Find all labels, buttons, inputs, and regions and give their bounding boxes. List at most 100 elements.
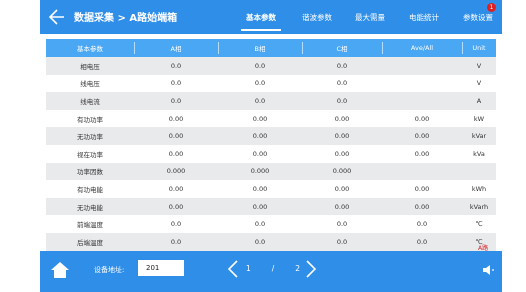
speaker-icon[interactable] <box>481 263 495 277</box>
table-cell: kVa <box>473 149 485 158</box>
row-label: 线电压 <box>80 80 100 89</box>
device-screen: 数据采集 > A路始端箱 基本参数 谐波参数 最大需量 电能统计 参数设置 1 … <box>40 0 502 292</box>
tab-harmonic-params[interactable]: 谐波参数 <box>297 12 337 23</box>
table-cell: 0.00 <box>334 149 350 158</box>
header-separator <box>382 42 383 54</box>
home-icon[interactable] <box>50 261 70 279</box>
next-page-icon[interactable] <box>304 259 318 279</box>
row-label: 有功功率 <box>77 115 103 124</box>
table-cell: 0.000 <box>332 167 352 176</box>
table-body: 相电压 0.0 0.0 0.0 V 线电压 0.0 0.0 0.0 V 线电流 0.0 0.0 0.0 A 有… <box>46 57 496 251</box>
table-cell: kVarh <box>469 202 489 211</box>
column-header: Ave/All <box>410 44 434 52</box>
row-label: 有功电能 <box>77 185 103 194</box>
table-cell: 0.00 <box>334 184 350 193</box>
table-cell: 0.0 <box>170 61 182 70</box>
table-cell: 0.0 <box>254 237 266 246</box>
table-cell: 0.0 <box>336 237 348 246</box>
column-header: 基本参数 <box>77 45 103 53</box>
header-separator <box>302 42 303 54</box>
active-tab-indicator <box>241 29 281 31</box>
table-row: 前端温度 0.0 0.0 0.0 0.0 ℃ <box>46 215 496 233</box>
table-cell: 0.0 <box>170 79 182 88</box>
prev-page-icon[interactable] <box>226 259 240 279</box>
table-cell: A <box>476 96 482 105</box>
row-label: 无功电能 <box>77 203 103 212</box>
page-indicator: 1 / 2 <box>246 264 300 273</box>
row-label: 前端温度 <box>77 221 103 230</box>
notification-badge: 1 <box>487 3 496 12</box>
table-cell: ℃ <box>475 220 483 229</box>
table-cell: 0.0 <box>254 96 266 105</box>
table-cell: 0.00 <box>252 184 268 193</box>
table-cell: V <box>476 79 482 88</box>
device-address-input[interactable]: 201 <box>138 260 184 276</box>
table-cell: 0.0 <box>170 96 182 105</box>
column-header: Unit <box>472 44 486 52</box>
table-cell: 0.0 <box>170 220 182 229</box>
table-cell: 0.00 <box>252 132 268 141</box>
table-cell <box>382 92 462 110</box>
table-row: 有功功率 0.00 0.00 0.00 0.00 kW <box>46 110 496 128</box>
table-cell: 0.00 <box>334 114 350 123</box>
table-cell: 0.0 <box>170 237 182 246</box>
table-row: 有功电能 0.00 0.00 0.00 0.00 kWh <box>46 180 496 198</box>
tab-energy-stats[interactable]: 电能统计 <box>402 12 446 23</box>
table-cell: 0.00 <box>334 132 350 141</box>
column-header: B相 <box>254 45 266 53</box>
table-row: 视在功率 0.00 0.00 0.00 0.00 kVa <box>46 145 496 163</box>
page-separator: / <box>271 264 275 273</box>
table-cell: 0.000 <box>166 167 186 176</box>
table-row: 功率因数 0.000 0.000 0.000 <box>46 162 496 181</box>
tab-max-demand[interactable]: 最大需量 <box>350 12 390 23</box>
table-row: 后端温度 0.0 0.0 0.0 0.0 ℃ <box>46 232 496 251</box>
table-header-row: 基本参数 A相 B相 C相 Ave/All Unit <box>46 39 496 57</box>
table-cell: 0.00 <box>414 202 430 211</box>
table-cell <box>382 57 462 75</box>
table-cell: 0.0 <box>336 61 348 70</box>
table-cell: 0.00 <box>414 149 430 158</box>
tab-settings[interactable]: 参数设置 <box>456 12 500 23</box>
row-label: 相电压 <box>80 62 100 71</box>
column-header: A相 <box>170 45 182 53</box>
row-label: 线电流 <box>80 97 100 106</box>
table-cell: 0.0 <box>416 220 428 229</box>
page-title: 数据采集 > A路始端箱 <box>74 13 178 24</box>
table-row: 无功电能 0.00 0.00 0.00 0.00 kVarh <box>46 197 496 216</box>
table-cell: 0.00 <box>252 114 268 123</box>
table-row: 无功功率 0.00 0.00 0.00 0.00 kVar <box>46 127 496 145</box>
row-label: 后端温度 <box>77 238 103 247</box>
table-cell <box>382 163 462 181</box>
header-separator <box>462 42 463 54</box>
table-cell <box>462 163 496 181</box>
table-cell: 0.0 <box>336 96 348 105</box>
table-cell: 0.00 <box>168 149 184 158</box>
top-bar: 数据采集 > A路始端箱 基本参数 谐波参数 最大需量 电能统计 参数设置 1 <box>40 0 502 34</box>
row-label: 无功功率 <box>77 133 103 142</box>
row-label: 视在功率 <box>77 150 103 159</box>
table-row: 相电压 0.0 0.0 0.0 V <box>46 57 496 75</box>
parameter-table: 基本参数 A相 B相 C相 Ave/All Unit 相电压 0.0 0.0 0.0 V… <box>46 39 496 251</box>
table-row: 线电压 0.0 0.0 0.0 V <box>46 75 496 93</box>
table-cell: 0.00 <box>252 149 268 158</box>
table-cell: 0.0 <box>254 79 266 88</box>
table-cell: 0.00 <box>168 114 184 123</box>
table-cell <box>382 75 462 93</box>
table-cell: 0.000 <box>250 167 270 176</box>
table-cell: kW <box>473 114 485 123</box>
table-cell: 0.00 <box>252 202 268 211</box>
table-cell: 0.0 <box>254 220 266 229</box>
table-cell: 0.00 <box>334 202 350 211</box>
header-separator <box>134 42 135 54</box>
back-arrow-icon[interactable] <box>46 7 66 27</box>
row-label: 功率因数 <box>77 168 103 177</box>
table-cell: V <box>476 61 482 70</box>
tab-basic-params[interactable]: 基本参数 <box>241 12 281 23</box>
table-cell: 0.00 <box>414 184 430 193</box>
table-cell: 0.0 <box>416 237 428 246</box>
column-header: C相 <box>336 45 348 53</box>
header-separator <box>218 42 219 54</box>
table-cell: 0.00 <box>414 114 430 123</box>
table-cell: 0.0 <box>336 79 348 88</box>
table-cell: kVar <box>471 132 487 141</box>
